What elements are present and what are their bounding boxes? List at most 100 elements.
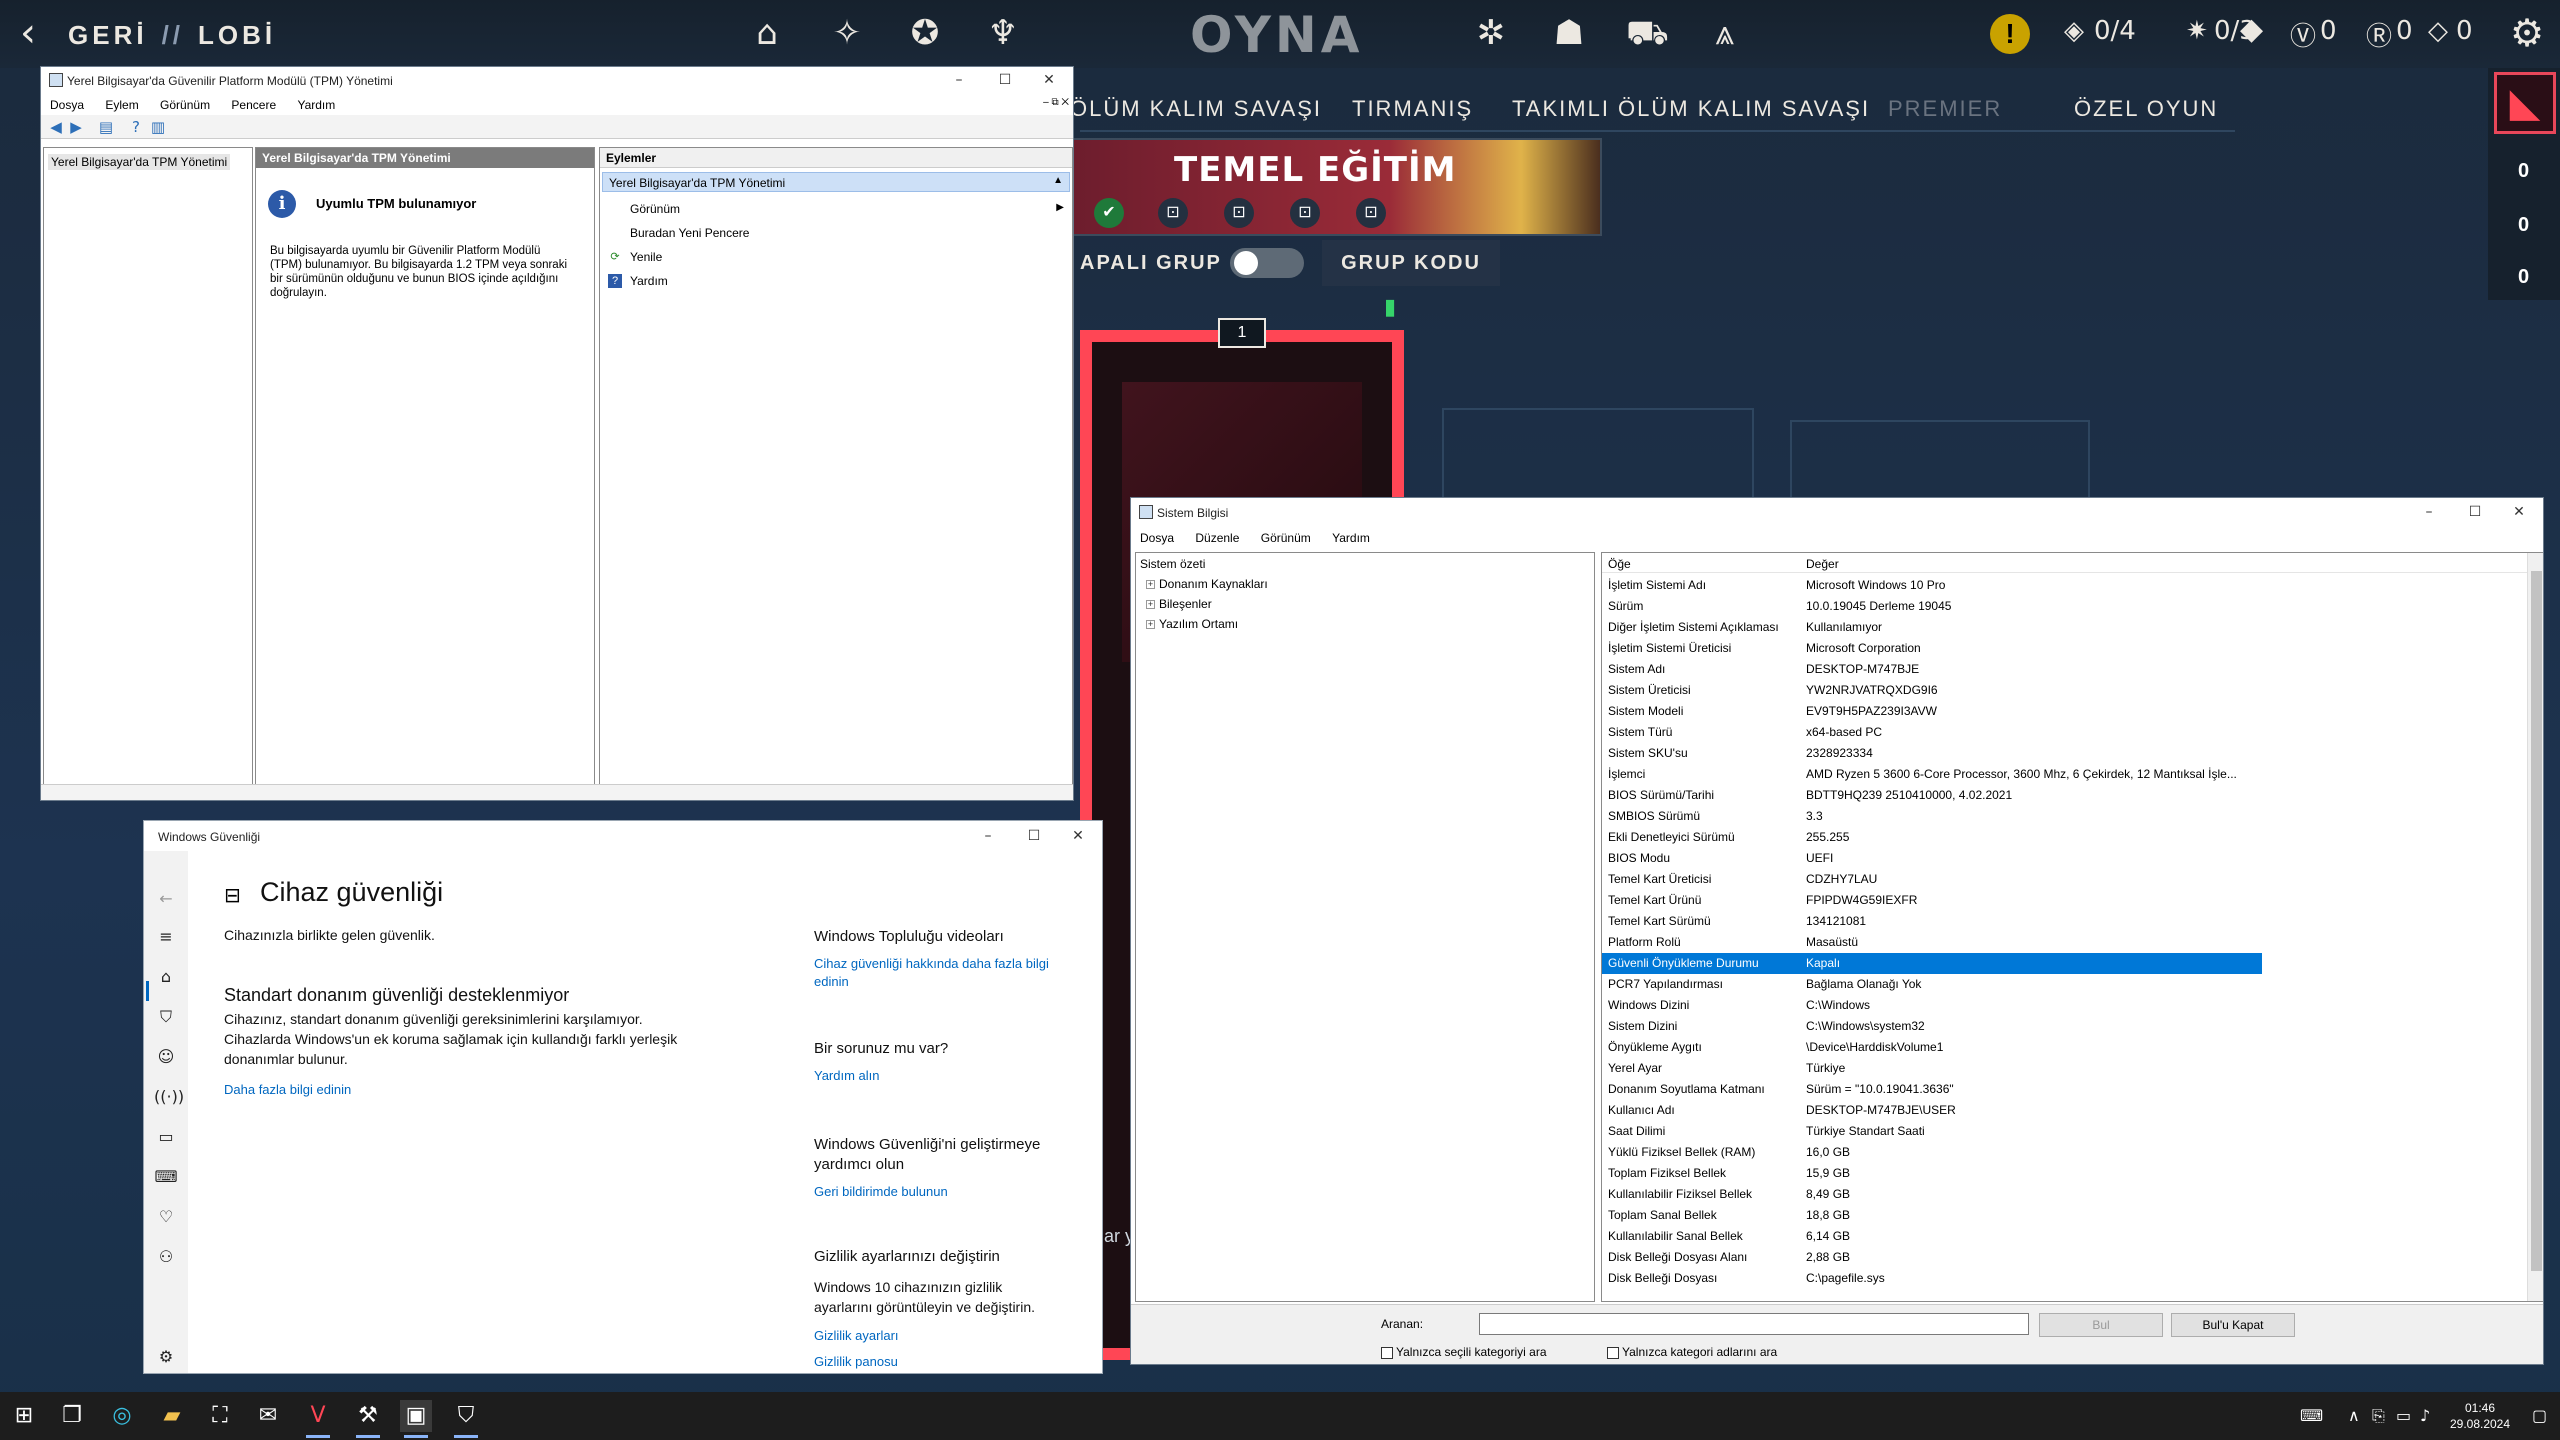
firewall-network-icon[interactable]: ((·)) — [154, 1085, 184, 1109]
display-icon[interactable]: ▭ — [2396, 1406, 2411, 1425]
tree-item-tpm[interactable]: Yerel Bilgisayar'da TPM Yönetimi — [48, 154, 231, 170]
table-row[interactable]: PCR7 Yapılandırması Bağlama Olanağı Yok — [1602, 974, 2262, 995]
clock[interactable]: 01:46 29.08.2024 — [2440, 1400, 2520, 1432]
maximize-icon[interactable]: ☐ — [983, 69, 1027, 91]
close-find-button[interactable]: Bul'u Kapat — [2171, 1313, 2295, 1337]
close-icon[interactable]: ✕ — [1056, 825, 1100, 847]
maximize-icon[interactable]: ☐ — [1012, 825, 1056, 847]
tree-item-system-summary[interactable]: Sistem özeti — [1140, 557, 1205, 571]
agent-contracts-icon[interactable]: ☗ — [1550, 14, 1588, 52]
table-row[interactable]: Donanım Soyutlama Katmanı Sürüm = "10.0.1… — [1602, 1079, 2262, 1100]
get-help-link[interactable]: Yardım alın — [814, 1067, 880, 1085]
find-button[interactable]: Bul — [2039, 1313, 2163, 1337]
empty-party-slot[interactable] — [1790, 420, 2090, 500]
table-row[interactable]: Temel Kart Ürünü FPIPDW4G59IEXFR — [1602, 890, 2262, 911]
task-view-icon[interactable]: ❐ — [56, 1400, 88, 1432]
table-row[interactable]: Sistem Türü x64-based PC — [1602, 722, 2262, 743]
back-label[interactable]: GERİ — [68, 20, 148, 50]
party-lock-toggle[interactable] — [1230, 248, 1304, 278]
table-row[interactable]: Ekli Denetleyici Sürümü 255.255 — [1602, 827, 2262, 848]
back-arrow-icon[interactable]: ‹ — [20, 10, 36, 56]
table-row[interactable]: Sistem SKU'su 2328923334 — [1602, 743, 2262, 764]
column-header-item[interactable]: Öğe — [1608, 557, 1631, 571]
menu-file[interactable]: Dosya — [41, 95, 93, 115]
action-new-window[interactable]: Buradan Yeni Pencere — [630, 226, 749, 240]
menu-icon[interactable]: ≡ — [154, 925, 178, 949]
app-browser-icon[interactable]: ▭ — [154, 1125, 178, 1149]
settings-gear-icon[interactable]: ⚙ — [2508, 14, 2546, 52]
table-row[interactable]: Toplam Fiziksel Bellek 15,9 GB — [1602, 1163, 2262, 1184]
table-row[interactable]: İşletim Sistemi Adı Microsoft Windows 10 … — [1602, 575, 2262, 596]
table-row[interactable]: Sistem Üreticisi YW2NRJVATRQXDG9I6 — [1602, 680, 2262, 701]
action-help[interactable]: Yardım — [630, 274, 668, 288]
table-row[interactable]: BIOS Sürümü/Tarihi BDTT9HQ239 2510410000,… — [1602, 785, 2262, 806]
file-explorer-icon[interactable]: ▰ — [156, 1400, 188, 1432]
feedback-link[interactable]: Geri bildirimde bulunun — [814, 1183, 948, 1201]
battlepass-icon[interactable]: ♆ — [984, 14, 1022, 52]
help-icon[interactable]: ? — [127, 118, 145, 136]
table-row[interactable]: Kullanılabilir Fiziksel Bellek 8,49 GB — [1602, 1184, 2262, 1205]
tab-deathmatch[interactable]: ÖLÜM KALIM SAVAŞI — [1070, 96, 1322, 122]
table-row[interactable]: Temel Kart Sürümü 134121081 — [1602, 911, 2262, 932]
settings-gear-icon[interactable]: ⚙ — [154, 1345, 178, 1369]
action-refresh[interactable]: Yenile — [630, 250, 662, 264]
player-avatar[interactable]: ◣ — [2494, 72, 2556, 134]
show-hide-tree-icon[interactable]: ▤ — [97, 118, 115, 136]
play-button[interactable]: OYNA — [1190, 6, 1363, 64]
action-pane-icon[interactable]: ▥ — [149, 118, 167, 136]
sysinfo-taskbar-icon[interactable]: ▣ — [400, 1400, 432, 1438]
table-row[interactable]: Güvenli Önyükleme Durumu Kapalı — [1602, 953, 2262, 974]
tab-escalation[interactable]: TIRMANIŞ — [1352, 96, 1473, 122]
menu-file[interactable]: Dosya — [1131, 528, 1183, 548]
menu-view[interactable]: Görünüm — [151, 95, 219, 115]
menu-edit[interactable]: Düzenle — [1186, 528, 1248, 548]
back-arrow-icon[interactable]: ← — [154, 887, 178, 911]
tree-item-components[interactable]: + Bileşenler — [1146, 597, 1212, 611]
table-row[interactable]: Sistem Modeli EV9T9H5PAZ239I3AVW — [1602, 701, 2262, 722]
table-row[interactable]: SMBIOS Sürümü 3.3 — [1602, 806, 2262, 827]
collection-icon[interactable]: ✲ — [1472, 14, 1510, 52]
find-input[interactable] — [1479, 1313, 2029, 1335]
tree-item-hardware[interactable]: + Donanım Kaynakları — [1146, 577, 1268, 591]
table-row[interactable]: Saat Dilimi Türkiye Standart Saati — [1602, 1121, 2262, 1142]
maximize-icon[interactable]: ☐ — [2453, 501, 2497, 523]
table-row[interactable]: Toplam Sanal Bellek 18,8 GB — [1602, 1205, 2262, 1226]
valorant-taskbar-icon[interactable]: V — [302, 1400, 334, 1438]
table-row[interactable]: Sürüm 10.0.19045 Derleme 19045 — [1602, 596, 2262, 617]
start-windows-icon[interactable]: ⊞ — [8, 1400, 40, 1432]
back-arrow-icon[interactable]: ◀ — [47, 118, 65, 136]
menu-help[interactable]: Yardım — [1323, 528, 1379, 548]
tree-item-software[interactable]: + Yazılım Ortamı — [1146, 617, 1238, 631]
home-icon[interactable]: ⌂ — [748, 14, 786, 52]
scrollbar-thumb[interactable] — [2531, 571, 2542, 1271]
table-row[interactable]: BIOS Modu UEFI — [1602, 848, 2262, 869]
career-icon[interactable]: ✪ — [906, 14, 944, 52]
volume-icon[interactable]: ♪ — [2420, 1406, 2430, 1425]
table-row[interactable]: Sistem Adı DESKTOP-M747BJE — [1602, 659, 2262, 680]
child-window-controls[interactable]: – ⧉ ✕ — [1043, 97, 1069, 108]
device-security-icon[interactable]: ⌨ — [154, 1165, 178, 1189]
table-row[interactable]: Kullanılabilir Sanal Bellek 6,14 GB — [1602, 1226, 2262, 1247]
table-row[interactable]: Yerel Ayar Türkiye — [1602, 1058, 2262, 1079]
expand-icon[interactable]: + — [1146, 580, 1155, 590]
checkbox-category-names[interactable]: Yalnızca kategori adlarını ara — [1607, 1345, 1777, 1359]
network-icon[interactable]: ⎘ — [2372, 1406, 2385, 1426]
basic-training-banner[interactable]: TEMEL EĞİTİM ✔ ⊡ ⊡ ⊡ ⊡ — [1072, 138, 1602, 236]
collapse-up-icon[interactable]: ▲ — [1053, 175, 1063, 186]
checkbox-box[interactable] — [1607, 1346, 1619, 1359]
table-row[interactable]: Yüklü Fiziksel Bellek (RAM) 16,0 GB — [1602, 1142, 2262, 1163]
videos-link[interactable]: Cihaz güvenliği hakkında daha fazla bilg… — [814, 955, 1054, 991]
windows-security-taskbar-icon[interactable]: ⛉ — [450, 1400, 482, 1438]
table-row[interactable]: Diğer İşletim Sistemi Açıklaması Kullanıl… — [1602, 617, 2262, 638]
mmc-taskbar-icon[interactable]: ⚒ — [352, 1400, 384, 1438]
store-icon[interactable]: ⛶ — [204, 1400, 236, 1432]
rank-icon[interactable]: ⩓ — [1706, 14, 1744, 52]
close-icon[interactable]: ✕ — [1027, 69, 1071, 91]
table-row[interactable]: Windows Dizini C:\Windows — [1602, 995, 2262, 1016]
table-row[interactable]: Platform Rolü Masaüstü — [1602, 932, 2262, 953]
show-hidden-icons-chevron-icon[interactable]: ∧ — [2348, 1406, 2360, 1425]
column-header-value[interactable]: Değer — [1806, 557, 1839, 571]
family-options-icon[interactable]: ⚇ — [154, 1245, 178, 1269]
device-health-icon[interactable]: ♡ — [154, 1205, 178, 1229]
menu-window[interactable]: Pencere — [222, 95, 285, 115]
